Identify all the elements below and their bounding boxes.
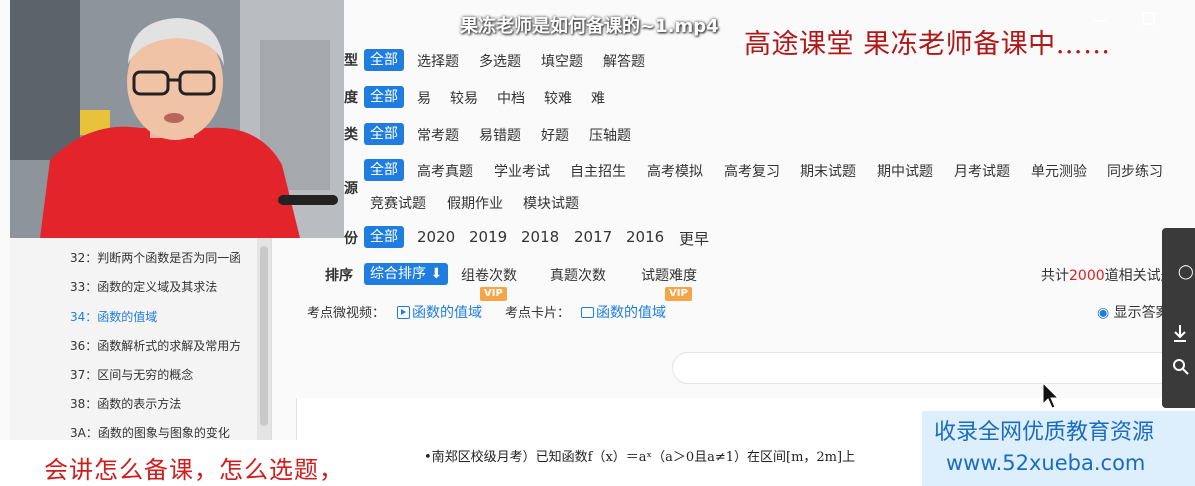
filter-difficulty-option[interactable]: 中档	[497, 88, 525, 108]
arrow-down-icon: ⬇	[426, 266, 443, 282]
maximize-icon[interactable]	[1142, 12, 1155, 25]
filter-source-option[interactable]: 期中试题	[877, 161, 933, 181]
knowledge-video-link[interactable]: 函数的值域	[397, 302, 482, 322]
filter-type-all[interactable]: 全部	[364, 49, 404, 71]
total-count-text: 共计2000道相关试题	[1041, 265, 1175, 285]
filter-source-option[interactable]: 学业考试	[494, 161, 550, 181]
vip-badge: VIP	[665, 287, 692, 301]
filter-category-all[interactable]: 全部	[364, 123, 404, 145]
outline-item-active[interactable]: 34：函数的值域	[70, 308, 240, 325]
question-text: •南郑区校级月考）已知函数f（x）＝aˣ（a＞0且a≠1）在区间[m，2m]上	[424, 450, 856, 465]
knowledge-card-label: 考点卡片：	[505, 306, 571, 321]
scrollbar[interactable]	[257, 236, 271, 440]
card-icon	[581, 307, 594, 318]
outline-item[interactable]: 36：函数解析式的求解及常用方法	[70, 337, 240, 354]
filter-difficulty-option[interactable]: 较难	[544, 88, 572, 108]
filter-source-option[interactable]: 高考真题	[417, 161, 473, 181]
course-banner: 高途课堂 果冻老师备课中……	[744, 29, 1111, 60]
filter-source-option[interactable]: 高考复习	[724, 161, 780, 181]
filter-source-all[interactable]: 全部	[364, 159, 404, 181]
watermark-text: 收录全网优质教育资源	[934, 420, 1155, 445]
filter-source-option[interactable]: 单元测验	[1031, 161, 1087, 181]
filter-category-option[interactable]: 常考题	[417, 125, 459, 145]
teacher-webcam	[10, 0, 344, 238]
knowledge-card-link[interactable]: 函数的值域	[581, 302, 666, 322]
filter-year-option[interactable]: 2018	[521, 228, 559, 246]
subtitle-text: 会讲怎么备课，怎么选题，	[44, 456, 344, 484]
filter-category-option[interactable]: 好题	[541, 125, 569, 145]
qq-icon[interactable]: ◯	[1178, 264, 1194, 280]
knowledge-card-link-text: 函数的值域	[596, 305, 666, 321]
outline-item[interactable]: 33：函数的定义域及其求法	[70, 278, 240, 295]
filter-year-option[interactable]: 2019	[469, 228, 507, 246]
sort-option[interactable]: 组卷次数	[461, 265, 517, 285]
filter-type-option[interactable]: 解答题	[603, 51, 645, 71]
filter-type-option[interactable]: 多选题	[479, 51, 521, 71]
filter-year-option[interactable]: 2017	[574, 228, 612, 246]
vip-badge: VIP	[480, 287, 507, 301]
search-bar[interactable]	[672, 352, 1192, 384]
filter-year-all[interactable]: 全部	[364, 226, 404, 248]
filter-source-option[interactable]: 期末试题	[800, 161, 856, 181]
outline-item[interactable]: 38：函数的表示方法	[70, 395, 240, 412]
filter-difficulty-option[interactable]: 难	[591, 88, 605, 108]
video-icon	[397, 306, 410, 319]
total-count: 2000	[1069, 268, 1105, 284]
video-title: 果冻老师是如何备课的~1.mp4	[460, 16, 719, 37]
filter-source-option[interactable]: 月考试题	[954, 161, 1010, 181]
filter-source-option[interactable]: 高考模拟	[647, 161, 703, 181]
eye-icon: ◉	[1097, 305, 1110, 321]
show-answer-toggle[interactable]: ◉ 显示答案	[1097, 302, 1170, 322]
filter-source-option[interactable]: 竞赛试题	[370, 193, 426, 213]
filter-source-option[interactable]: 假期作业	[447, 193, 503, 213]
filter-year-option[interactable]: 更早	[679, 228, 709, 249]
video-frame: 型 全部 选择题 多选题 填空题 解答题 度 全部 易 较易 中档 较难 难 类…	[0, 0, 1195, 486]
filter-label-source: 源	[344, 181, 358, 197]
total-prefix: 共计	[1041, 268, 1069, 284]
filter-type-option[interactable]: 填空题	[541, 51, 583, 71]
filter-year-option[interactable]: 2020	[417, 228, 455, 246]
sort-label: 排序	[325, 268, 353, 284]
cursor-icon	[1042, 382, 1060, 409]
filter-source-option[interactable]: 同步练习	[1107, 161, 1163, 181]
filter-category-option[interactable]: 易错题	[479, 125, 521, 145]
watermark-url: www.52xueba.com	[946, 451, 1146, 475]
knowledge-video-link-text: 函数的值域	[412, 305, 482, 321]
filter-year-option[interactable]: 2016	[626, 228, 664, 246]
outline-item[interactable]: 3A：函数的图象与图象的变化	[70, 424, 240, 441]
sort-option[interactable]: 试题难度	[641, 265, 697, 285]
filter-label-year: 份	[344, 231, 358, 247]
sort-option[interactable]: 真题次数	[550, 265, 606, 285]
filter-label-category: 类	[344, 127, 358, 143]
filter-source-option[interactable]: 模块试题	[523, 193, 579, 213]
sort-comprehensive-button[interactable]: 综合排序 ⬇	[364, 263, 449, 285]
teacher-portrait	[10, 0, 344, 238]
filter-difficulty-all[interactable]: 全部	[364, 86, 404, 108]
knowledge-video-label: 考点微视频：	[307, 306, 386, 321]
search-icon[interactable]	[1172, 358, 1190, 376]
filter-category-option[interactable]: 压轴题	[589, 125, 631, 145]
scrollbar-thumb[interactable]	[260, 246, 268, 426]
filter-label-type: 型	[344, 53, 358, 69]
side-toolbar: ◯	[1162, 228, 1195, 408]
outline-item[interactable]: 32：判断两个函数是否为同一函数	[70, 249, 240, 266]
outline-item[interactable]: 37：区间与无穷的概念	[70, 366, 240, 383]
sort-comprehensive-label: 综合排序	[370, 266, 426, 282]
filter-label-difficulty: 度	[344, 90, 358, 106]
filter-source-option[interactable]: 自主招生	[570, 161, 626, 181]
filter-type-option[interactable]: 选择题	[417, 51, 459, 71]
filter-difficulty-option[interactable]: 较易	[450, 88, 478, 108]
filter-difficulty-option[interactable]: 易	[417, 88, 431, 108]
download-icon[interactable]	[1172, 323, 1188, 343]
